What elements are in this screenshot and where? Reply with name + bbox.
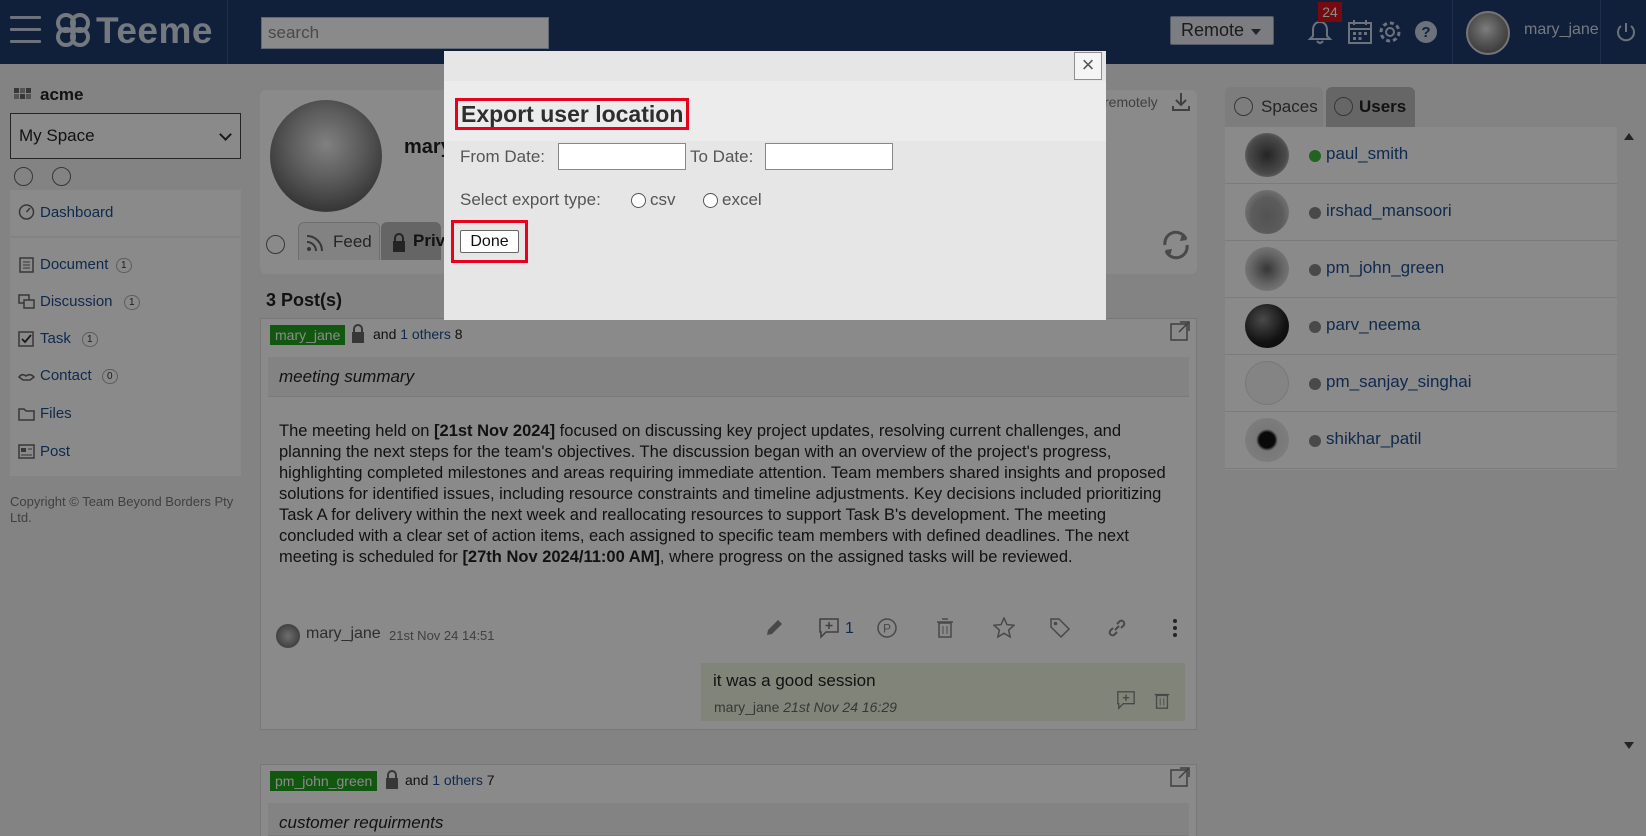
excel-radio[interactable] (703, 193, 718, 208)
export-type-label: Select export type: (460, 190, 601, 209)
csv-option-label[interactable]: csv (650, 190, 676, 210)
export-user-location-dialog (444, 51, 1106, 320)
close-button[interactable]: × (1074, 52, 1102, 80)
from-date-label: From Date: (460, 147, 546, 166)
done-button[interactable]: Done (460, 230, 519, 253)
to-date-label: To Date: (690, 147, 754, 166)
to-date-input[interactable] (765, 143, 893, 170)
excel-option-label[interactable]: excel (722, 190, 762, 210)
csv-radio[interactable] (631, 193, 646, 208)
from-date-input[interactable] (558, 143, 686, 170)
dialog-title: Export user location (455, 98, 690, 130)
